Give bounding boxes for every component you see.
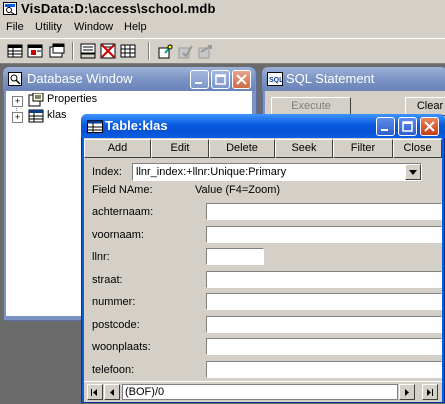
table-type-icon[interactable] bbox=[49, 43, 65, 59]
index-select-value: llnr_index:+llnr:Unique:Primary bbox=[136, 166, 287, 178]
visdata-app-icon bbox=[3, 2, 17, 15]
field-label-postcode: postcode: bbox=[92, 319, 140, 331]
table-icon bbox=[28, 109, 44, 123]
snapshot-type-icon[interactable] bbox=[27, 43, 43, 59]
sql-window-caption[interactable]: SQL SQL Statement bbox=[262, 67, 445, 91]
expand-klas-toggle[interactable]: + bbox=[12, 112, 23, 123]
field-input-telefoon[interactable] bbox=[206, 361, 442, 378]
field-input-straat[interactable] bbox=[206, 271, 442, 288]
toolbar-separator bbox=[148, 42, 150, 60]
menu-bar: File Utility Window Help bbox=[0, 18, 445, 38]
minimize-button[interactable] bbox=[190, 70, 209, 89]
toolbar-separator bbox=[72, 42, 74, 60]
expand-properties-toggle[interactable]: + bbox=[12, 96, 23, 107]
record-content: Index: llnr_index:+llnr:Unique:Primary F… bbox=[84, 158, 442, 381]
minimize-button[interactable] bbox=[376, 117, 395, 136]
filter-button[interactable]: Filter bbox=[333, 139, 393, 158]
properties-icon bbox=[28, 93, 44, 107]
first-record-icon bbox=[91, 389, 97, 396]
menu-window[interactable]: Window bbox=[74, 21, 113, 33]
field-label-llnr: llnr: bbox=[92, 251, 110, 263]
field-label-voornaam: voornaam: bbox=[92, 229, 144, 241]
field-input-postcode[interactable] bbox=[206, 316, 442, 333]
table-window-title: Table:klas bbox=[105, 118, 168, 133]
index-select[interactable]: llnr_index:+llnr:Unique:Primary bbox=[132, 163, 422, 181]
tree-item-klas[interactable]: klas bbox=[47, 109, 67, 121]
chevron-down-icon bbox=[409, 170, 417, 175]
dynaset-type-icon[interactable] bbox=[7, 43, 23, 59]
delete-button[interactable]: Delete bbox=[209, 139, 275, 158]
last-record-icon bbox=[427, 389, 433, 396]
record-navigation-bar: (BOF)/0 bbox=[84, 381, 442, 402]
minimize-icon bbox=[195, 82, 202, 84]
record-position-text: (BOF)/0 bbox=[125, 386, 165, 398]
app-title-bar: VisData:D:\access\school.mdb bbox=[0, 0, 445, 19]
field-input-llnr[interactable] bbox=[206, 248, 264, 265]
begin-transaction-icon[interactable] bbox=[157, 43, 173, 59]
add-button[interactable]: Add bbox=[84, 139, 151, 158]
dropdown-button[interactable] bbox=[405, 164, 421, 180]
next-record-icon bbox=[405, 389, 409, 396]
svg-text:SQL: SQL bbox=[269, 77, 283, 84]
database-window-caption[interactable]: Database Window bbox=[3, 67, 255, 91]
commit-icon bbox=[178, 45, 193, 59]
edit-button[interactable]: Edit bbox=[151, 139, 209, 158]
field-name-header: Field NAme: bbox=[92, 184, 153, 196]
close-icon bbox=[424, 121, 435, 132]
database-window-title: Database Window bbox=[27, 71, 133, 86]
last-record-button[interactable] bbox=[422, 384, 438, 400]
use-dbgrid-icon[interactable] bbox=[120, 43, 136, 59]
menu-file[interactable]: File bbox=[6, 21, 24, 33]
field-input-woonplaats[interactable] bbox=[206, 338, 442, 355]
maximize-icon bbox=[215, 74, 226, 85]
database-window-icon bbox=[8, 72, 22, 86]
menu-help[interactable]: Help bbox=[124, 21, 147, 33]
field-label-achternaam: achternaam: bbox=[92, 206, 154, 218]
field-input-achternaam[interactable] bbox=[206, 203, 442, 220]
toolbar bbox=[0, 38, 445, 64]
next-record-button[interactable] bbox=[399, 384, 415, 400]
record-button-bar: Add Edit Delete Seek Filter Close bbox=[84, 138, 442, 158]
app-title: VisData:D:\access\school.mdb bbox=[21, 1, 216, 16]
maximize-button[interactable] bbox=[398, 117, 417, 136]
field-input-voornaam[interactable] bbox=[206, 226, 442, 243]
first-record-button[interactable] bbox=[87, 384, 103, 400]
use-no-data-control-icon[interactable] bbox=[100, 43, 116, 59]
minimize-icon bbox=[381, 129, 388, 131]
field-label-telefoon: telefoon: bbox=[92, 364, 135, 376]
close-button[interactable] bbox=[420, 117, 439, 136]
sql-window-title: SQL Statement bbox=[286, 71, 375, 86]
use-data-control-icon[interactable] bbox=[80, 43, 96, 59]
rollback-icon bbox=[198, 45, 212, 59]
maximize-button[interactable] bbox=[211, 70, 230, 89]
field-label-nummer: nummer: bbox=[92, 296, 136, 308]
close-table-button[interactable]: Close bbox=[393, 139, 442, 158]
sql-icon: SQL bbox=[267, 72, 283, 86]
close-button[interactable] bbox=[232, 70, 251, 89]
table-window-caption[interactable]: Table:klas bbox=[81, 114, 445, 138]
seek-button[interactable]: Seek bbox=[275, 139, 333, 158]
previous-record-icon bbox=[110, 389, 114, 396]
record-position-display: (BOF)/0 bbox=[122, 384, 398, 400]
menu-utility[interactable]: Utility bbox=[35, 21, 62, 33]
field-label-woonplaats: woonplaats: bbox=[92, 341, 151, 353]
index-label: Index: bbox=[92, 166, 122, 178]
table-icon bbox=[87, 120, 103, 133]
value-header: Value (F4=Zoom) bbox=[195, 184, 281, 196]
previous-record-button[interactable] bbox=[104, 384, 120, 400]
field-input-nummer[interactable] bbox=[206, 293, 442, 310]
close-icon bbox=[236, 74, 247, 85]
field-label-straat: straat: bbox=[92, 274, 123, 286]
tree-item-properties[interactable]: Properties bbox=[47, 93, 97, 105]
table-window: Table:klas Add Edit Delete Seek Filter C… bbox=[81, 114, 445, 403]
maximize-icon bbox=[402, 121, 413, 132]
